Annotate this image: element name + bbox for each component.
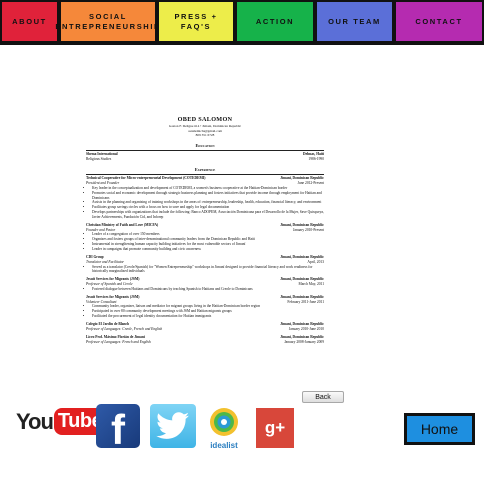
experience-entry: Liceo Prof. Máximo Florián de Jimaní Jima… <box>86 335 324 345</box>
nav-contact[interactable]: Contact <box>394 0 484 43</box>
experience-divider <box>86 173 324 175</box>
experience-entry: Colegio El Jardín de Blanch Jimaní, Domin… <box>86 322 324 332</box>
experience-entry: Christian Ministry of Faith and Love (MI… <box>86 223 324 252</box>
experience-entry: Jesuit Services for Migrants (JSM) Jimaní… <box>86 295 324 319</box>
resume-name: OBED SALOMON <box>177 116 233 123</box>
job-bullet: Served as a translator (Creole/Spanish) … <box>92 265 324 275</box>
experience-entry: CDI Group Jimaní, Dominican Republic Trans… <box>86 255 324 274</box>
education-divider <box>86 149 324 151</box>
idealist-logo-icon <box>210 408 238 436</box>
job-dates: June 2012-Present <box>297 181 324 186</box>
job-bullet-list: Key leader in the conceptualization and … <box>86 186 324 220</box>
education-entry: Shema International Delmas, Haiti Religi… <box>86 152 324 162</box>
facebook-glyph: f <box>111 406 125 448</box>
twitter-bird-icon <box>156 412 189 439</box>
job-bullet: Promotes social and economic development… <box>92 191 324 201</box>
nav-about[interactable]: About <box>0 0 59 43</box>
job-bullet: Fostered dialogue between Haitians and D… <box>92 287 324 292</box>
experience-heading: Experience <box>194 166 216 172</box>
experience-list: Technical Cooperative for Micro-entrepre… <box>86 176 324 344</box>
education-heading: Education <box>195 142 215 148</box>
job-bullet-list: Leader of a congregation of over 150 mem… <box>86 232 324 251</box>
job-role: Professor of Languages: French and Engli… <box>86 339 151 344</box>
nav-action[interactable]: Action <box>235 0 315 43</box>
job-dates: March May, 2011 <box>298 282 324 287</box>
idealist-icon[interactable]: idealist <box>204 404 244 450</box>
nav-press-faq[interactable]: Press + FAQ's <box>157 0 235 43</box>
job-bullet-list: Community leader, organizer, liaison and… <box>86 304 324 319</box>
experience-entry: Jesuit Services for Migrants (JSM) Jimaní… <box>86 277 324 292</box>
resume-phone: 809 351 6728 <box>195 133 215 138</box>
googleplus-icon[interactable]: g+ <box>256 408 294 448</box>
job-role: Professor of Languages: Creole, French a… <box>86 326 163 331</box>
facebook-icon[interactable]: f <box>96 404 140 448</box>
job-bullet-list: Served as a translator (Creole/Spanish) … <box>86 265 324 275</box>
job-dates: January 2008-January 2009 <box>284 339 324 344</box>
education-dates: 1986-1990 <box>308 156 324 161</box>
youtube-you-text: You <box>16 408 54 434</box>
nav-social-entrepreneurship[interactable]: Social entrepreneurship <box>55 0 159 43</box>
back-button[interactable]: Back <box>302 391 344 403</box>
top-navigation: About Social entrepreneurship Press + FA… <box>0 0 484 45</box>
job-dates: January 2010-June 2010 <box>288 326 324 331</box>
googleplus-label: g+ <box>264 418 286 437</box>
job-dates: February 2011-June 2011 <box>287 299 324 304</box>
job-dates: April, 2013 <box>307 259 324 264</box>
nav-our-team[interactable]: Our Team <box>315 0 394 43</box>
idealist-label: idealist <box>210 441 238 450</box>
job-bullet: Leader in campaigns that promote communi… <box>92 247 324 252</box>
resume-document: OBED SALOMON Gaston F. Deligne #14 • Jim… <box>86 116 324 412</box>
job-bullet: Develops partnerships with organizations… <box>92 210 324 220</box>
job-bullet: Facilitated the procurement of legal ide… <box>92 314 324 319</box>
job-role: Translator and Facilitator <box>86 259 124 264</box>
twitter-icon[interactable] <box>150 404 196 448</box>
job-dates: January 2010-Present <box>292 227 324 232</box>
youtube-icon[interactable]: You Tube <box>16 408 107 435</box>
home-button[interactable]: Home <box>404 413 475 445</box>
experience-entry: Technical Cooperative for Micro-entrepre… <box>86 176 324 220</box>
education-degree: Religious Studies <box>86 156 112 161</box>
job-bullet-list: Fostered dialogue between Haitians and D… <box>86 287 324 292</box>
